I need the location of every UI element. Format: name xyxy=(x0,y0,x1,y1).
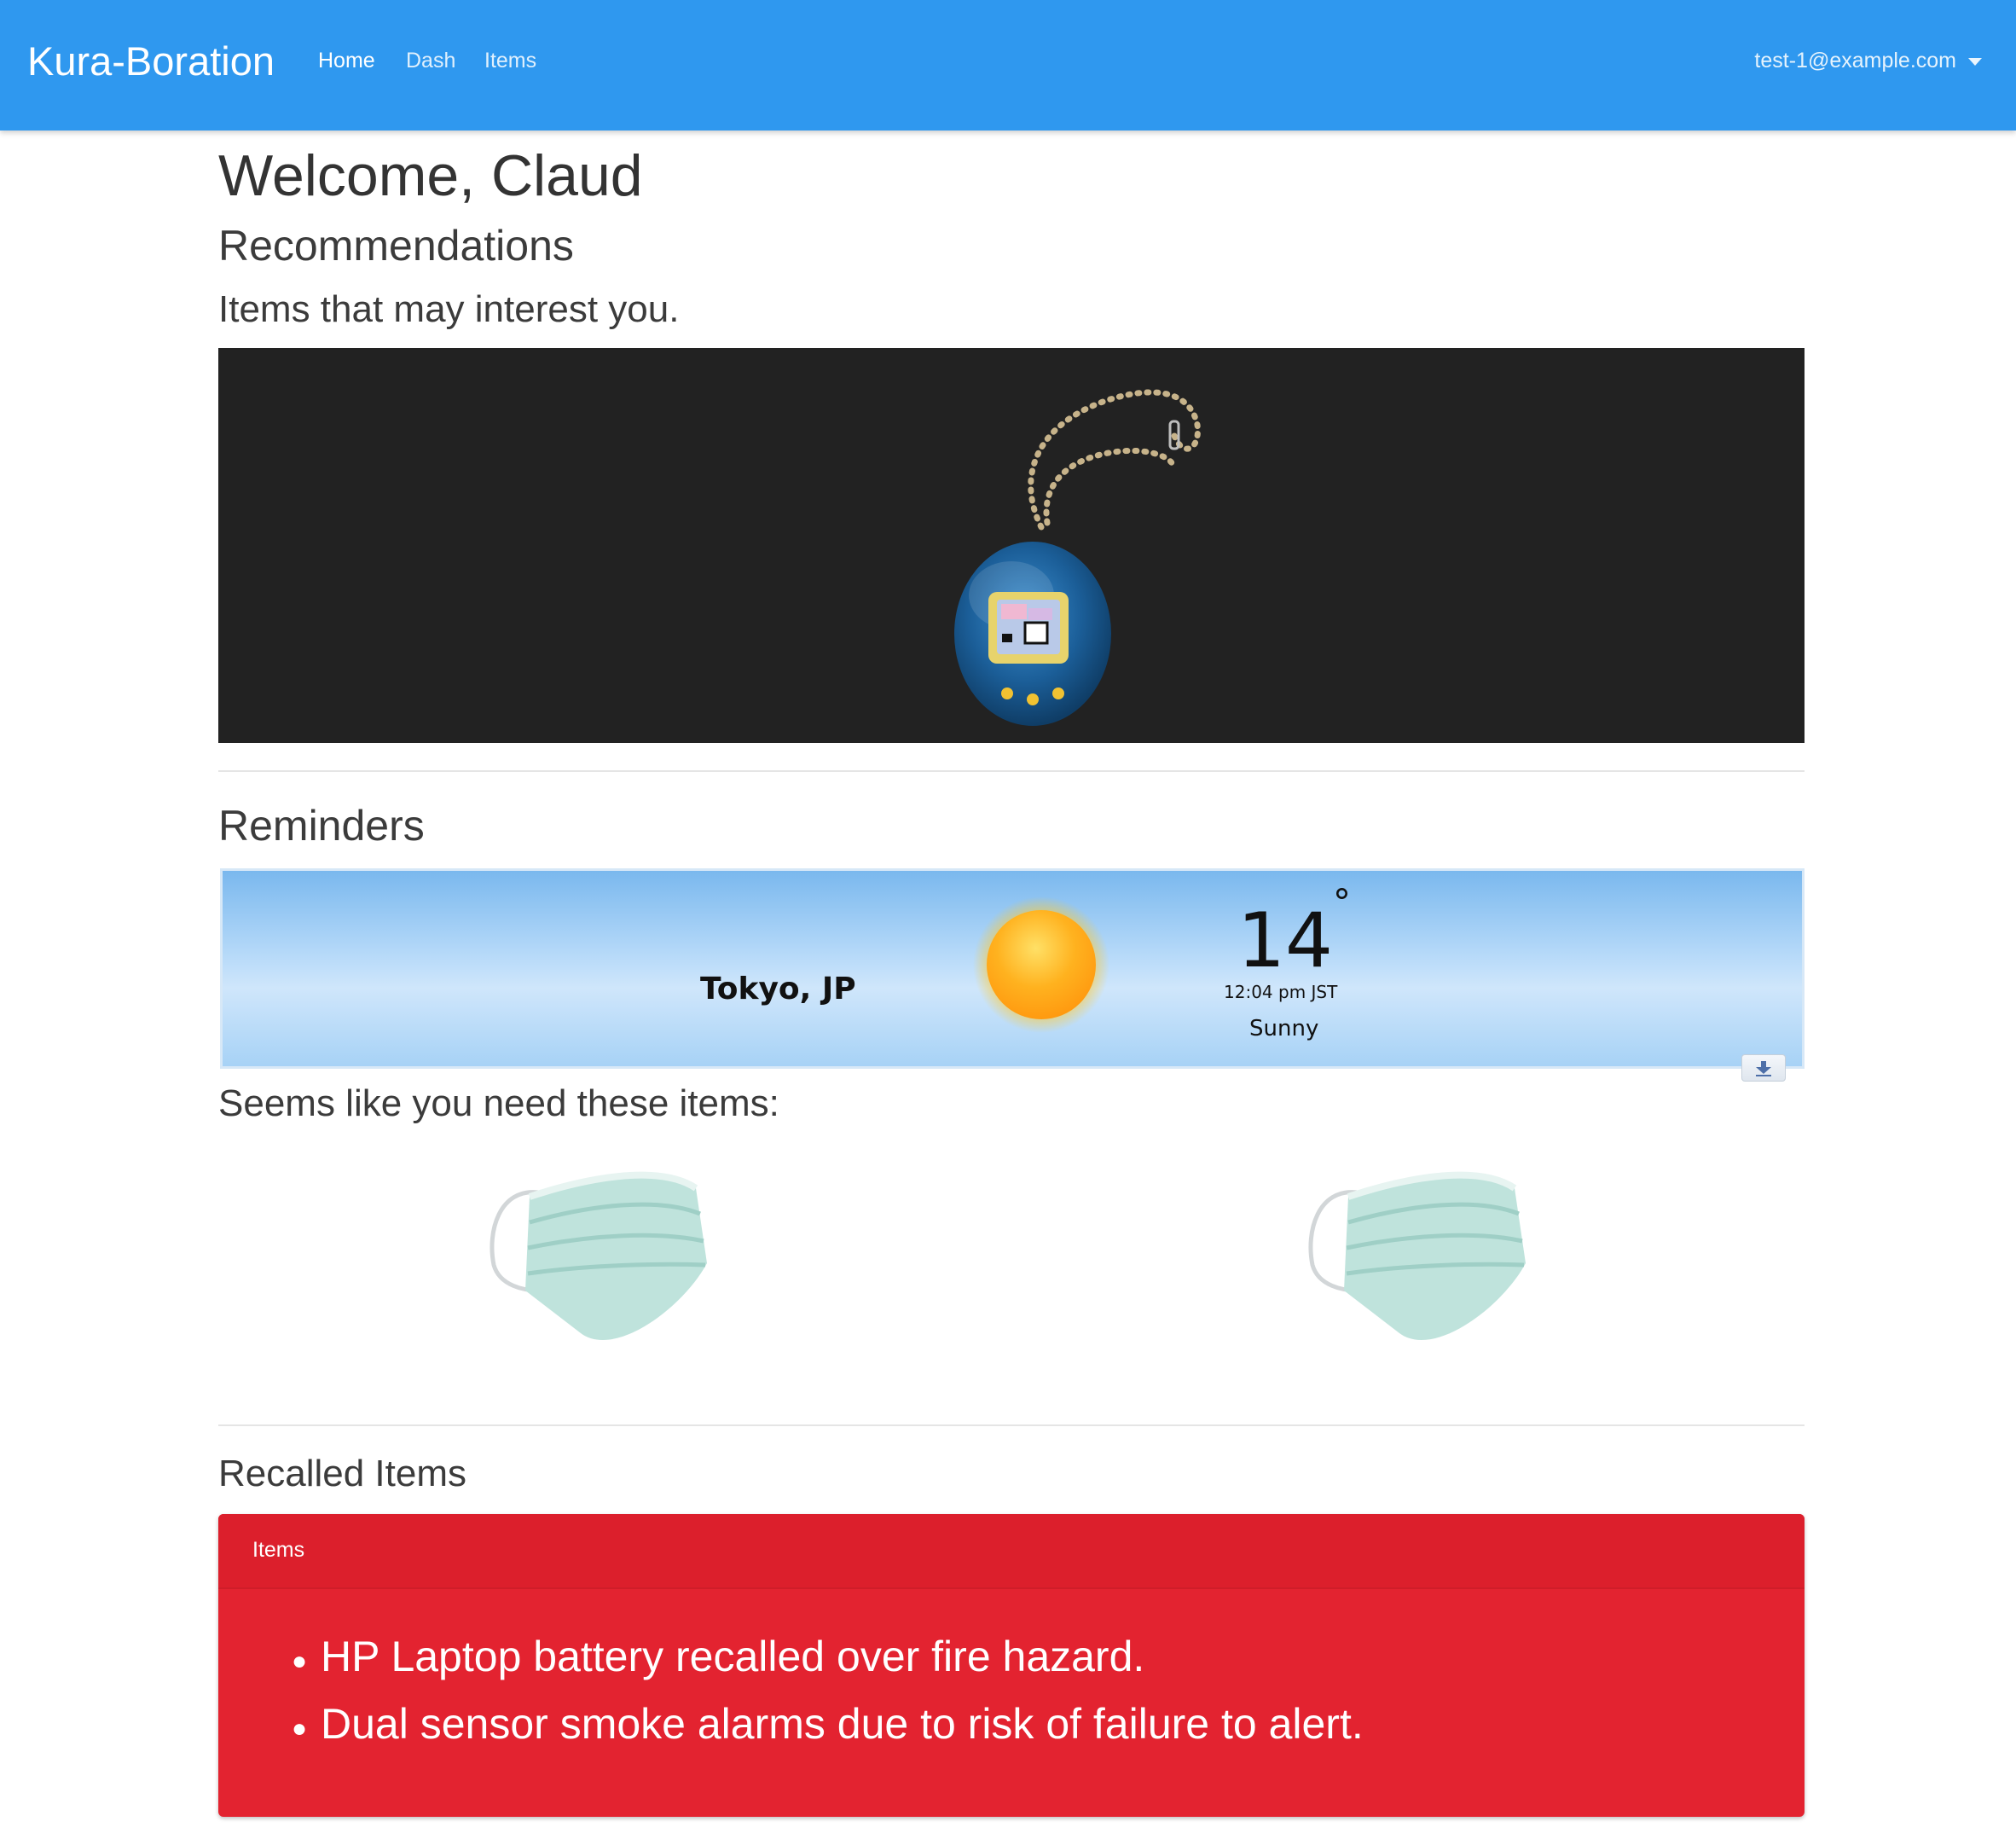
recall-item-text: Dual sensor smoke alarms due to risk of … xyxy=(321,1700,1364,1748)
top-navbar: Kura-Boration Home Dash Items test-1@exa… xyxy=(0,0,2016,131)
face-mask-image-1[interactable] xyxy=(487,1163,726,1359)
section-divider xyxy=(218,770,1805,772)
weather-temperature: 14 xyxy=(1237,896,1333,984)
recalled-heading: Recalled Items xyxy=(218,1453,467,1494)
brand-logo[interactable]: Kura-Boration xyxy=(27,38,275,84)
reminders-heading: Reminders xyxy=(218,802,425,850)
needed-items-heading: Seems like you need these items: xyxy=(218,1082,779,1124)
caret-down-icon xyxy=(1968,57,1982,66)
weather-condition: Sunny xyxy=(1249,1016,1319,1041)
weather-time: 12:04 pm JST xyxy=(1224,982,1338,1002)
nav-link-items[interactable]: Items xyxy=(484,49,536,73)
welcome-heading: Welcome, Claud xyxy=(218,143,643,208)
recalled-items-card: Items ● HP Laptop battery recalled over … xyxy=(218,1514,1805,1817)
degree-symbol: ° xyxy=(1333,881,1351,923)
recall-card-title: Items xyxy=(252,1538,305,1562)
recommendations-heading: Recommendations xyxy=(218,222,574,270)
bullet-icon: ● xyxy=(292,1714,308,1743)
nav-link-home[interactable]: Home xyxy=(318,49,375,73)
tamagotchi-product-image[interactable] xyxy=(901,374,1378,732)
bullet-icon: ● xyxy=(292,1647,308,1675)
recall-item-text: HP Laptop battery recalled over fire haz… xyxy=(321,1633,1145,1680)
download-arrow-icon xyxy=(1756,1061,1771,1076)
user-email: test-1@example.com xyxy=(1754,49,1956,73)
recommendation-carousel[interactable] xyxy=(218,348,1805,743)
section-divider-2 xyxy=(218,1424,1805,1426)
nav-link-dash[interactable]: Dash xyxy=(406,49,455,73)
recall-card-header: Items xyxy=(218,1514,1805,1589)
face-mask-image-2[interactable] xyxy=(1306,1163,1544,1359)
weather-widget: Tokyo, JP 14 ° 12:04 pm JST Sunny xyxy=(220,868,1805,1069)
user-menu-dropdown[interactable]: test-1@example.com xyxy=(1754,49,1982,73)
weather-download-button[interactable] xyxy=(1741,1054,1786,1082)
weather-city: Tokyo, JP xyxy=(700,972,856,1007)
recommendations-subheading: Items that may interest you. xyxy=(218,288,680,330)
sunny-icon xyxy=(973,896,1109,1033)
